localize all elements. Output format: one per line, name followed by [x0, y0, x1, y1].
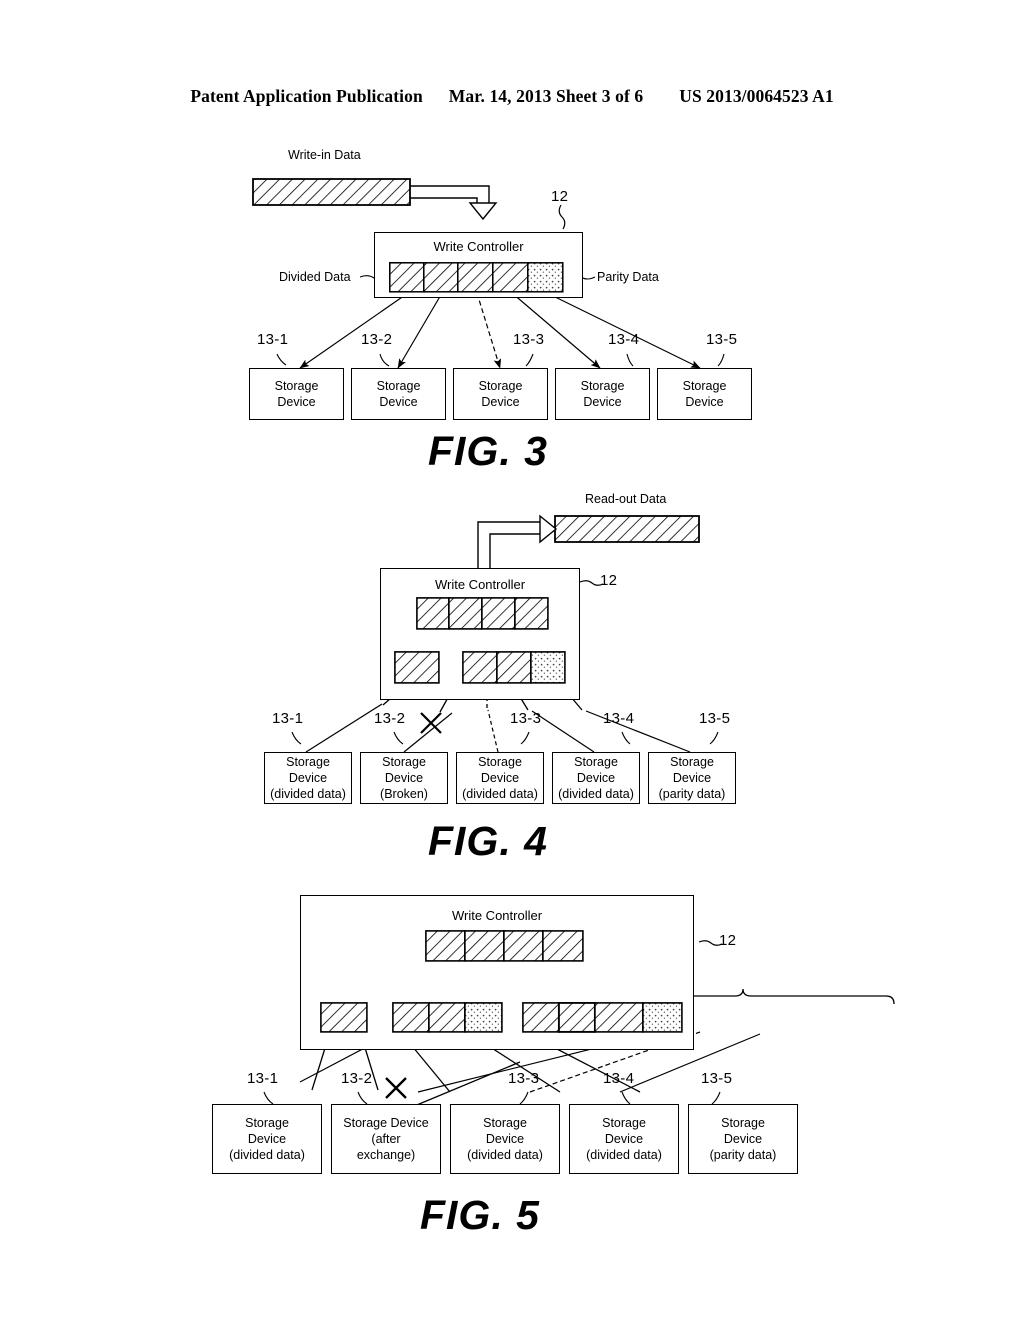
sd-line2: Device — [685, 395, 724, 409]
sd-line2: Device — [583, 395, 622, 409]
storage-device-13-4-fig4: Storage Device (divided data) — [552, 752, 640, 804]
sd-line2: Device — [485, 1132, 525, 1146]
storage-device-13-3-fig4: Storage Device (divided data) — [456, 752, 544, 804]
lower-right-blocks-fig5 — [522, 1002, 683, 1033]
storage-device-13-5-fig3: Storage Device — [657, 368, 752, 420]
sd-line2: Device — [481, 395, 520, 409]
ref-13-1-fig4: 13-1 — [272, 710, 304, 727]
sd-line2: Device — [604, 1132, 644, 1146]
ref-12-fig4: 12 — [600, 572, 618, 589]
sd-line2: Device — [723, 1132, 763, 1146]
ref-13-2-fig4: 13-2 — [374, 710, 406, 727]
sd-line3: exchange) — [356, 1148, 416, 1162]
figure-5-caption: FIG. 5 — [420, 1192, 540, 1238]
date-sheet-label: Mar. 14, 2013 Sheet 3 of 6 — [448, 86, 644, 106]
storage-device-13-4-fig3: Storage Device — [555, 368, 650, 420]
sd-line2: Device — [288, 771, 328, 785]
sd-line3: (divided data) — [229, 1148, 305, 1162]
sd-line1: Storage — [382, 755, 426, 769]
write-controller-title-fig4: Write Controller — [434, 577, 526, 592]
sd-line2: Device — [247, 1132, 287, 1146]
ref-12-fig5: 12 — [719, 932, 737, 949]
lower-mid-blocks-fig5 — [392, 1002, 503, 1033]
storage-device-13-4-fig5: Storage Device (divided data) — [569, 1104, 679, 1174]
sd-line2: Device — [672, 771, 712, 785]
top-blocks-fig5 — [425, 930, 584, 962]
sd-line1: Storage — [274, 379, 319, 393]
sd-line3: (divided data) — [558, 787, 634, 801]
ref-13-3-fig4: 13-3 — [510, 710, 542, 727]
storage-device-13-3-fig5: Storage Device (divided data) — [450, 1104, 560, 1174]
sd-line1: Storage — [245, 1116, 289, 1130]
storage-device-13-1-fig5: Storage Device (divided data) — [212, 1104, 322, 1174]
ref-13-5-fig3: 13-5 — [706, 331, 738, 348]
parity-data-label-fig3: Parity Data — [597, 270, 659, 284]
top-blocks-fig4 — [416, 597, 549, 630]
sd-line1: Storage — [376, 379, 421, 393]
storage-device-13-1-fig4: Storage Device (divided data) — [264, 752, 352, 804]
ref-13-1-fig5: 13-1 — [247, 1070, 279, 1087]
buffer-blocks-svg-fig3 — [389, 262, 564, 293]
sd-line3: (parity data) — [658, 787, 726, 801]
ref-13-4-fig4: 13-4 — [603, 710, 635, 727]
sd-line1: Storage — [574, 755, 618, 769]
storage-device-13-5-fig5: Storage Device (parity data) — [688, 1104, 798, 1174]
storage-device-13-2-fig4: Storage Device (Broken) — [360, 752, 448, 804]
page-header: Patent Application Publication Mar. 14, … — [0, 86, 1024, 107]
lower-right-blocks-fig4 — [462, 651, 566, 684]
ref-13-5-fig5: 13-5 — [701, 1070, 733, 1087]
read-out-data-label: Read-out Data — [585, 492, 667, 506]
write-controller-title-fig3: Write Controller — [433, 239, 524, 254]
lower-left-blocks-fig4 — [394, 651, 440, 684]
ref-13-1-fig3: 13-1 — [257, 331, 289, 348]
sd-line3: (divided data) — [586, 1148, 662, 1162]
sd-line3: (parity data) — [709, 1148, 777, 1162]
ref-13-4-fig5: 13-4 — [603, 1070, 635, 1087]
storage-device-13-2-fig5: Storage Device (after exchange) — [331, 1104, 441, 1174]
storage-device-13-5-fig4: Storage Device (parity data) — [648, 752, 736, 804]
sd-line1: Storage — [721, 1116, 765, 1130]
figure-4-caption: FIG. 4 — [428, 818, 548, 864]
sd-line1: Storage — [286, 755, 330, 769]
sd-line2: Device — [480, 771, 520, 785]
sd-line3: (divided data) — [462, 787, 538, 801]
sd-line1: Storage — [602, 1116, 646, 1130]
sd-line1: Storage Device — [343, 1116, 429, 1130]
sd-line2: (after — [371, 1132, 401, 1146]
ref-13-2-fig3: 13-2 — [361, 331, 393, 348]
sd-line1: Storage — [478, 379, 523, 393]
sd-line2: Device — [277, 395, 316, 409]
sd-line1: Storage — [682, 379, 727, 393]
storage-device-13-2-fig3: Storage Device — [351, 368, 446, 420]
sd-line1: Storage — [483, 1116, 527, 1130]
ref-13-2-fig5: 13-2 — [341, 1070, 373, 1087]
write-controller-title-fig5: Write Controller — [451, 908, 543, 923]
sd-line3: (divided data) — [467, 1148, 543, 1162]
sd-line2: Device — [384, 771, 424, 785]
sd-line1: Storage — [478, 755, 522, 769]
sd-line3: (Broken) — [380, 787, 428, 801]
lower-left-blocks-fig5 — [320, 1002, 368, 1033]
storage-device-13-3-fig3: Storage Device — [453, 368, 548, 420]
sd-line2: Device — [379, 395, 418, 409]
figure-3-caption: FIG. 3 — [428, 428, 548, 474]
ref-12-fig3: 12 — [551, 188, 569, 205]
publication-label: Patent Application Publication — [190, 86, 423, 106]
sd-line2: Device — [576, 771, 616, 785]
sd-line1: Storage — [670, 755, 714, 769]
write-in-data-label: Write-in Data — [288, 148, 361, 162]
ref-13-4-fig3: 13-4 — [608, 331, 640, 348]
sd-line3: (divided data) — [270, 787, 346, 801]
patent-number-label: US 2013/0064523 A1 — [679, 86, 834, 106]
sd-line1: Storage — [580, 379, 625, 393]
ref-13-5-fig4: 13-5 — [699, 710, 731, 727]
divided-data-label-fig3: Divided Data — [279, 270, 351, 284]
ref-13-3-fig3: 13-3 — [513, 331, 545, 348]
storage-device-13-1-fig3: Storage Device — [249, 368, 344, 420]
ref-13-3-fig5: 13-3 — [508, 1070, 540, 1087]
